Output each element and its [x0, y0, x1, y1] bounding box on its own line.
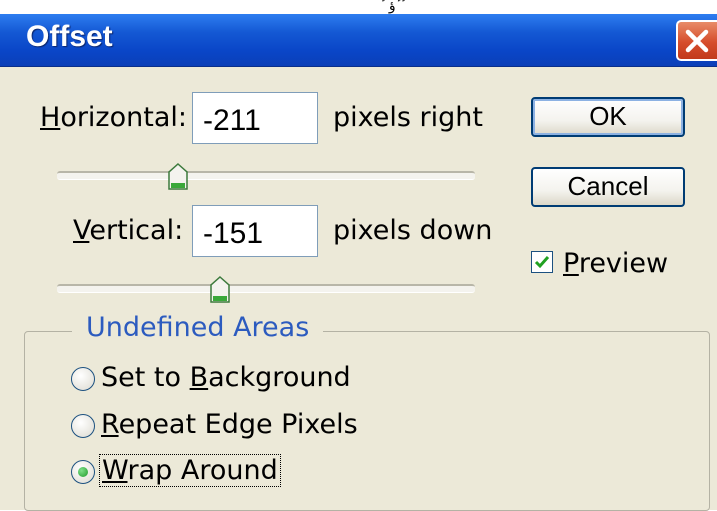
undefined-areas-legend: Undefined Areas [72, 312, 324, 343]
option-wrap-around-label[interactable]: Wrap Around [99, 454, 281, 487]
horizontal-slider-track[interactable] [57, 171, 475, 180]
ok-button[interactable]: OK [531, 97, 685, 137]
close-button[interactable] [676, 20, 717, 61]
cancel-button[interactable]: Cancel [531, 167, 685, 207]
window-title: Offset [26, 20, 113, 53]
title-bar[interactable]: Offset [0, 14, 717, 67]
option-set-to-background-label[interactable]: Set to Background [101, 362, 351, 393]
horizontal-slider-thumb[interactable] [167, 163, 189, 191]
vertical-slider-track[interactable] [57, 284, 475, 293]
close-icon [685, 29, 709, 53]
vertical-input[interactable]: -151 [192, 205, 318, 257]
vertical-slider-thumb[interactable] [209, 276, 231, 304]
background-strip: ٔ ٔ ؤ ٔ ٔ [0, 0, 717, 14]
checkmark-icon [534, 256, 550, 269]
radio-selected-dot [78, 467, 88, 477]
option-repeat-edge-pixels-label[interactable]: Repeat Edge Pixels [101, 409, 358, 440]
preview-checkbox[interactable] [531, 251, 553, 273]
horizontal-label: Horizontal: [40, 102, 187, 133]
background-text: ٔ ٔ ؤ ٔ ٔ [380, 0, 405, 14]
radio-wrap-around[interactable] [71, 460, 95, 484]
offset-dialog: Offset Horizontal: -211 pixels right Ver… [0, 14, 717, 511]
horizontal-input[interactable]: -211 [192, 92, 318, 144]
radio-set-to-background[interactable] [71, 367, 95, 391]
horizontal-unit: pixels right [333, 102, 483, 133]
radio-repeat-edge-pixels[interactable] [71, 414, 95, 438]
vertical-label: Vertical: [73, 215, 184, 246]
preview-label[interactable]: Preview [563, 248, 668, 279]
vertical-unit: pixels down [333, 215, 493, 246]
